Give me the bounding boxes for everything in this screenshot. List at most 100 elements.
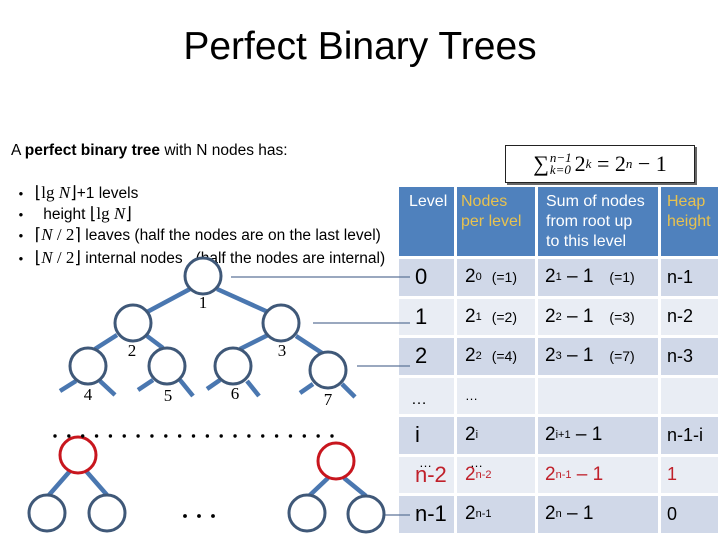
sum-tail: – 1 [561,503,594,525]
sum-base: 2 [574,151,586,176]
continuation-dot [247,434,251,438]
sum-cell-highlighted: 2 n-1 – 1 [538,456,658,493]
edge [84,469,109,497]
level-cell: 2 [399,338,454,375]
ellipsis-dot [183,514,187,518]
height-cell: 0 [661,496,718,533]
height-cell: n-1 [661,259,718,296]
leaf-node [87,493,127,533]
level-value: n-1 [415,501,447,527]
edge-stub [245,379,261,398]
sum-tail: – 1 [561,305,594,327]
nodes-note: (=1) [491,269,517,286]
nodes-cell: … [457,377,535,414]
continuation-dot [53,434,57,438]
sum-cell [538,377,658,414]
continuation-dot [233,434,237,438]
intro-line: A perfect binary tree with N nodes has: [11,141,288,161]
power-exponent: n-1 [475,508,492,521]
leaf-node [27,493,67,533]
height-value: n-3 [667,345,694,366]
header-sum-of-nodes: Sum of nodes from root up to this level [538,187,658,256]
nodes-note: (=2) [491,308,517,325]
height-value: n-2 [667,306,694,327]
sum-tail: – 1 [570,424,603,446]
bullet-height: • height ⌊lg N⌋ [10,182,132,223]
sigma-symbol: ∑ [533,151,549,176]
nodes-cell: 2i [457,417,535,454]
tree-node-2 [113,303,153,343]
sum-limits: n−1 k=0 [549,151,572,177]
highlighted-node [316,441,356,481]
edge [145,334,165,350]
nodes-cell: 2 2 (=4) [457,338,535,375]
tree-node-6 [213,346,253,386]
nodes-cell: 2 1 (=2) [457,298,535,335]
level-n-2-nodes [58,435,356,481]
level-cell: … [399,377,454,414]
level-value: … [411,391,427,408]
continuation-dot [302,434,306,438]
height-value: 0 [667,503,678,524]
header-level: Level [399,187,454,256]
power-exponent: n-2 [475,468,492,481]
level-connectors [231,276,410,516]
equals-rhs: = 2 [591,151,626,176]
header-line: to this level [546,233,627,250]
leaf-node [346,494,386,534]
slide-title: Perfect Binary Trees [183,25,537,68]
node-labels: 1 2 3 4 5 6 7 [84,293,333,409]
continuation-dot [316,434,320,438]
sum-cell: 2 i+1 – 1 [538,417,658,454]
power-base: 2 [545,503,556,525]
edge [238,332,270,352]
intro-prefix: A [11,142,25,159]
nodes-cell: 2 0 (=1) [457,259,535,296]
sum-note: (=7) [609,348,635,365]
header-line: per level [461,213,522,230]
header-line: Sum of nodes [546,193,645,210]
ellipsis-above: … [419,454,432,470]
horizontal-ellipsis [183,514,215,518]
edge [294,334,324,355]
sum-tail: – 1 [561,345,594,367]
height-cell: n-3 [661,338,718,375]
continuation-dot [288,434,293,438]
continuation-dot [122,434,126,438]
level-cell: n-1 [399,496,454,533]
ellipsis-dot [197,514,201,518]
height-cell [661,377,718,414]
node-label: 3 [278,341,287,360]
nodes-cell: 2 n-1 [457,496,535,533]
node-label: 4 [84,385,93,404]
leaf-node [287,493,327,533]
continuation-dot [177,434,182,438]
edge-stub [136,378,155,392]
edge-stub [58,379,78,393]
level-value: i [415,422,420,448]
math-var: N [41,248,53,267]
tree-edges [47,286,368,498]
level-cell-highlighted: … n-2 [399,454,454,493]
nodes-note: (=4) [491,348,517,365]
continuation-dot [81,434,85,438]
power-base: 2 [545,424,556,446]
node-label: 1 [199,293,208,312]
level-cell: 0 [399,259,454,296]
ellipsis-above: … [470,454,483,470]
intro-suffix: with N nodes has: [160,142,288,159]
level-cell: i [399,417,454,454]
height-cell: n-1-i [661,417,718,454]
continuation-dot [219,434,223,438]
intro-bold-term: perfect binary tree [24,142,161,159]
height-value: n-1-i [667,424,704,445]
sum-lower-limit: k=0 [549,162,571,177]
sum-note: (=1) [609,269,635,286]
rhs-tail: − 1 [632,151,667,176]
highlighted-node [58,435,98,475]
power-exponent: 1 [475,310,482,323]
header-line: height [667,213,711,230]
sum-cell: 23 – 1 (=7) [538,338,658,375]
header-line: Heap [667,193,706,210]
edge-stub [205,378,222,391]
